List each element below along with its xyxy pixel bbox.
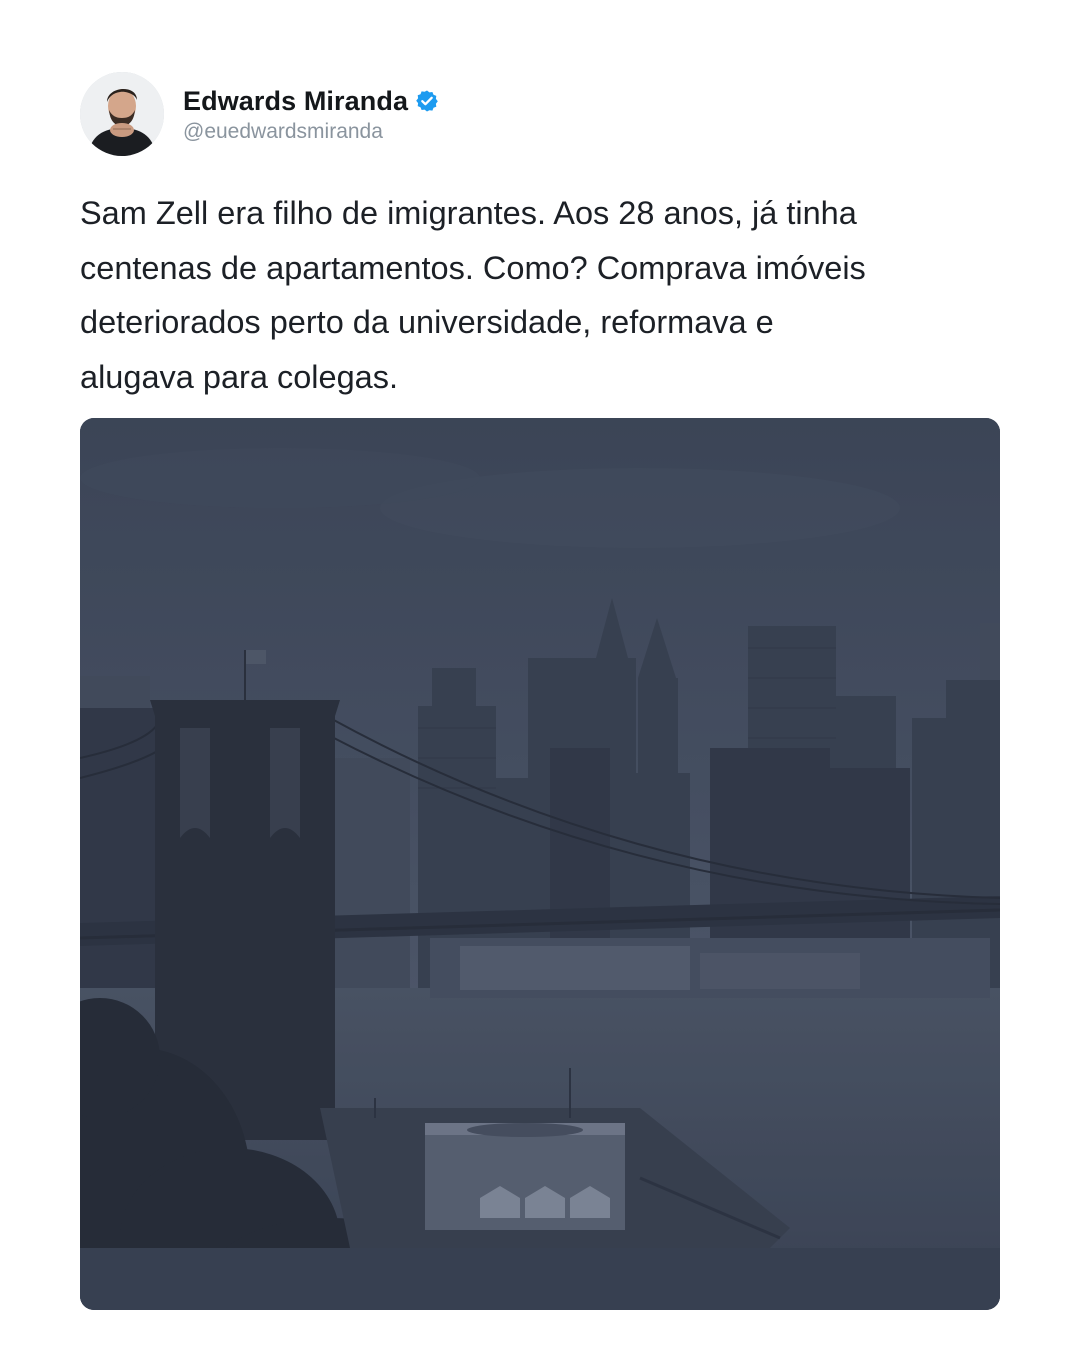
author-name[interactable]: Edwards Miranda [183,86,408,117]
tweet-header: Edwards Miranda @euedwardsmiranda [80,72,1000,156]
author-handle[interactable]: @euedwardsmiranda [183,120,439,144]
author-identity: Edwards Miranda @euedwardsmiranda [183,84,439,144]
city-skyline-bridge-photo-icon [80,418,1000,1310]
profile-photo-icon [80,72,164,156]
tweet-media-image[interactable] [80,418,1000,1310]
tweet-card: Edwards Miranda @euedwardsmiranda Sam Ze… [80,72,1000,404]
verified-badge-icon [415,89,439,113]
tweet-text: Sam Zell era filho de imigrantes. Aos 28… [80,195,866,395]
avatar[interactable] [80,72,164,156]
name-row: Edwards Miranda [183,84,439,118]
